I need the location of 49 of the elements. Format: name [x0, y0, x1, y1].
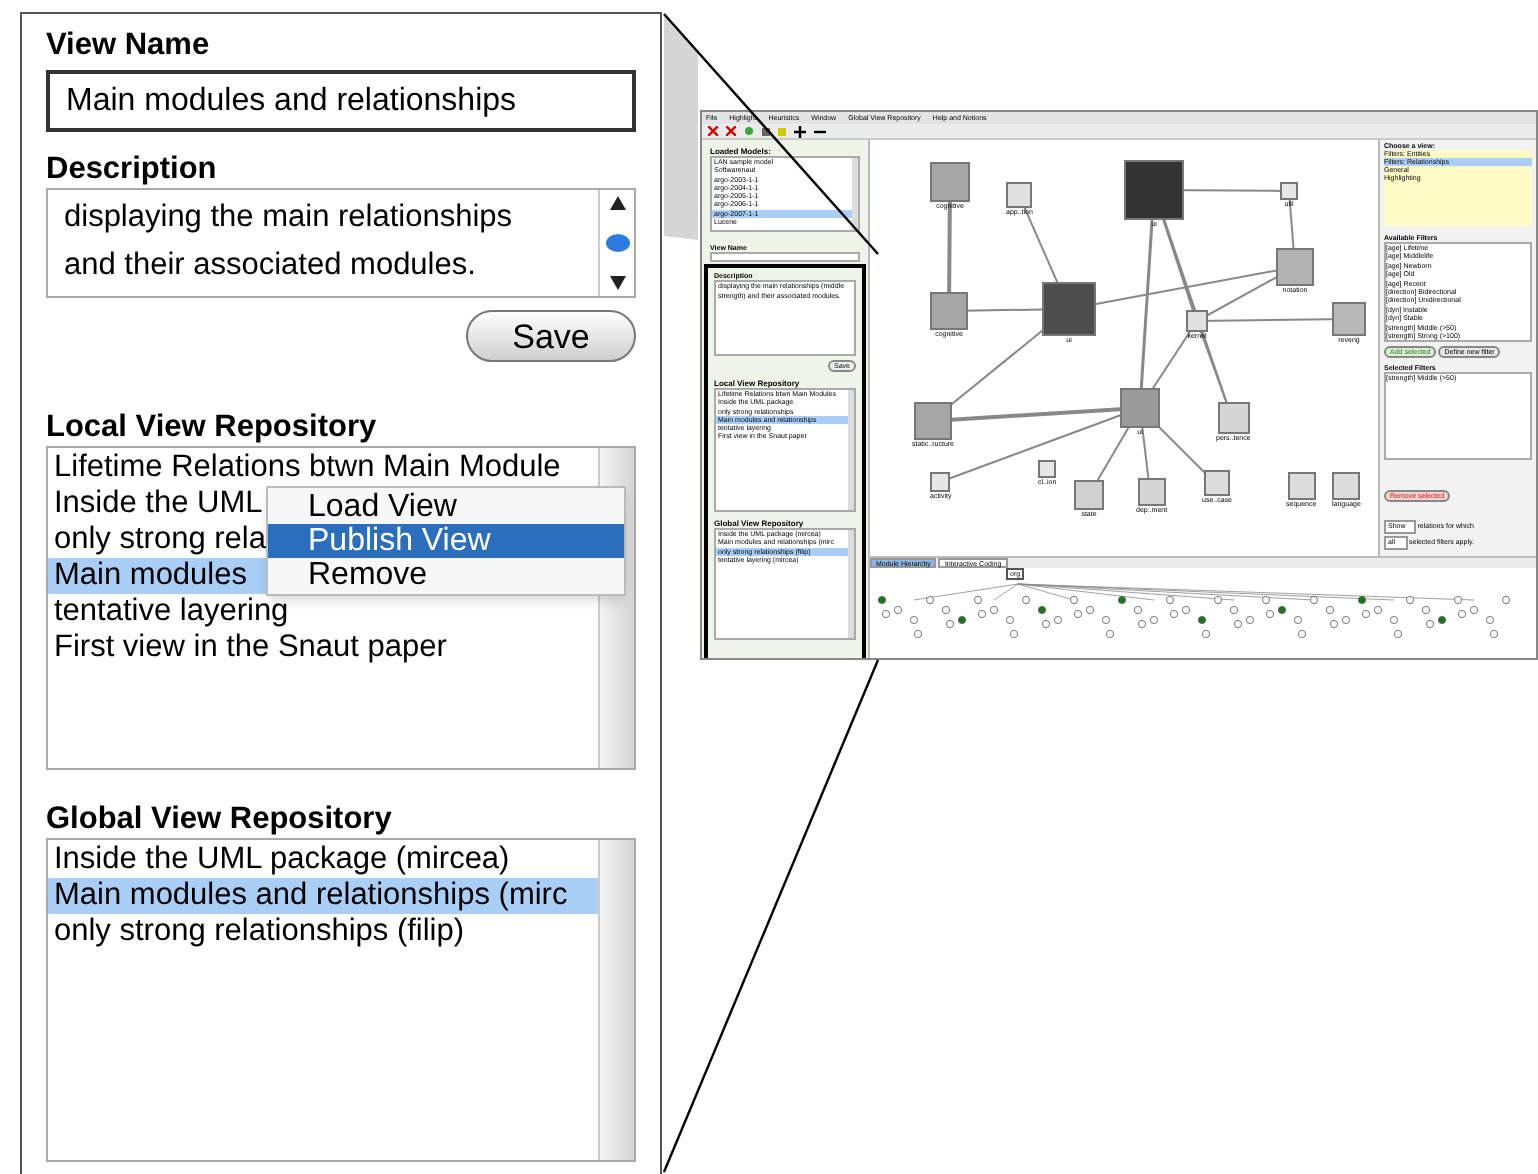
- module-node[interactable]: [1074, 480, 1104, 510]
- field-label: View Name: [46, 28, 212, 64]
- list-item[interactable]: First view in the Snaut paper: [48, 630, 598, 666]
- module-node[interactable]: [1006, 182, 1033, 208]
- up-arrow-icon[interactable]: [609, 196, 625, 210]
- menu-item[interactable]: Publish View: [268, 524, 624, 558]
- module-node[interactable]: [1042, 282, 1096, 336]
- module-node[interactable]: [1120, 388, 1160, 428]
- view-name-field[interactable]: Main modules and relationships: [46, 70, 636, 132]
- close-icon[interactable]: [726, 126, 736, 136]
- module-node[interactable]: [1186, 310, 1208, 332]
- module-node[interactable]: [930, 162, 970, 202]
- list-label: Local View Repository: [46, 410, 379, 446]
- module-node[interactable]: [1332, 302, 1366, 336]
- list-item[interactable]: Lifetime Relations btwn Main Module: [48, 450, 598, 486]
- list-item[interactable]: Inside the UML package (mircea): [48, 842, 598, 878]
- scrollbar[interactable]: [852, 158, 858, 230]
- module-node[interactable]: [1217, 402, 1250, 434]
- square-icon[interactable]: [762, 127, 770, 135]
- module-node[interactable]: [930, 292, 968, 330]
- menu-item[interactable]: Remove: [268, 558, 624, 592]
- scroll-thumb-icon[interactable]: [605, 234, 629, 252]
- minus-icon[interactable]: [814, 125, 826, 137]
- module-node[interactable]: [1276, 248, 1314, 286]
- list-item[interactable]: tentative layering: [48, 594, 598, 630]
- module-node[interactable]: [914, 402, 952, 440]
- module-node[interactable]: [1280, 182, 1298, 200]
- scrollbar[interactable]: [848, 530, 854, 638]
- scrollbar[interactable]: [848, 390, 854, 510]
- down-arrow-icon[interactable]: [609, 276, 625, 290]
- save-button[interactable]: Save: [466, 310, 636, 362]
- module-node[interactable]: [1287, 472, 1316, 500]
- scrollbar[interactable]: [598, 190, 634, 296]
- scrollbar[interactable]: [598, 840, 634, 1160]
- module-node[interactable]: [1203, 470, 1230, 496]
- input-field[interactable]: [710, 252, 860, 262]
- description-field[interactable]: displaying the main relationships and their associated modules.: [46, 188, 636, 298]
- field-label: Description: [46, 152, 219, 188]
- plus-icon[interactable]: [794, 125, 806, 137]
- list-label: Global View Repository: [46, 802, 394, 838]
- module-node[interactable]: [930, 472, 951, 492]
- module-node[interactable]: [1137, 478, 1166, 506]
- module-node[interactable]: [1124, 160, 1184, 220]
- list-item[interactable]: Main modules and relationships (mirc: [48, 878, 598, 914]
- module-node[interactable]: [1038, 460, 1057, 478]
- module-node[interactable]: [1332, 472, 1361, 500]
- close-icon[interactable]: [708, 126, 718, 136]
- list-item[interactable]: only strong relationships (filip): [48, 914, 598, 950]
- menu-item[interactable]: Load View: [268, 490, 624, 524]
